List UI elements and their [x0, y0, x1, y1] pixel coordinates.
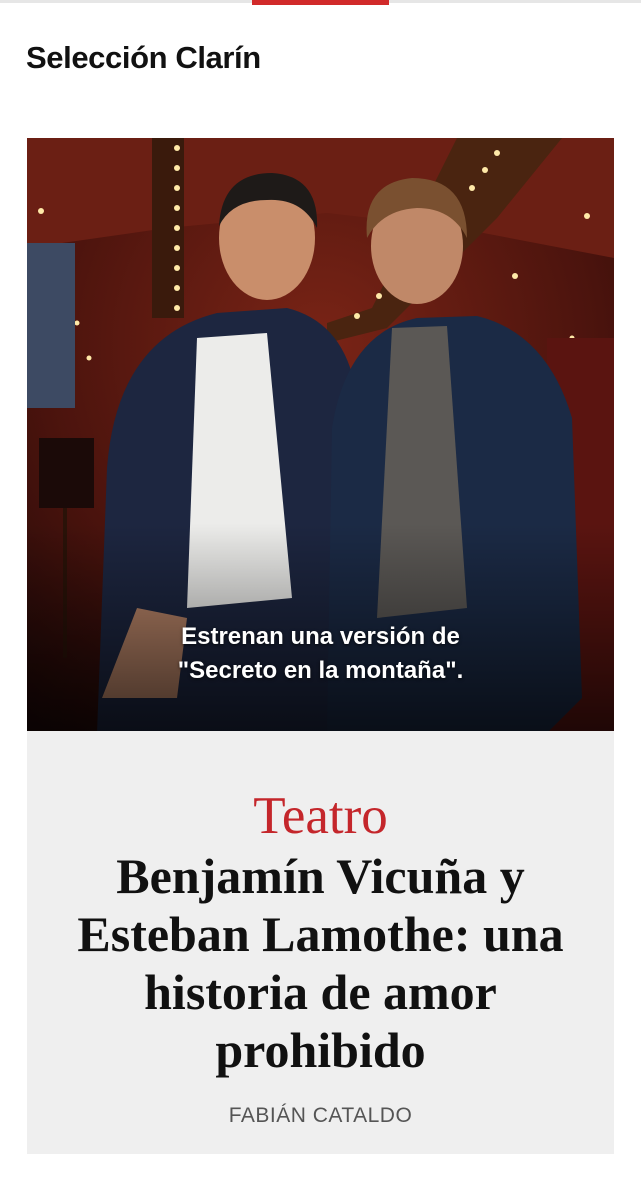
article-headline[interactable]: Benjamín Vicuña y Esteban Lamothe: una h… [27, 847, 614, 1079]
article-photo[interactable]: Estrenan una versión de "Secreto en la m… [27, 138, 614, 731]
headline-line: Esteban Lamothe: una [77, 906, 564, 962]
section-title: Selección Clarín [26, 40, 261, 75]
active-indicator [252, 0, 389, 5]
caption-line: "Secreto en la montaña". [177, 657, 464, 684]
photo-caption: Estrenan una versión de "Secreto en la m… [27, 620, 614, 688]
headline-line: historia de amor [144, 964, 497, 1020]
article-kicker[interactable]: Teatro [27, 786, 614, 846]
headline-line: Benjamín Vicuña y [116, 848, 525, 904]
caption-line: Estrenan una versión de [181, 623, 460, 650]
article-author[interactable]: FABIÁN CATALDO [27, 1104, 614, 1128]
headline-line: prohibido [215, 1022, 426, 1078]
article-card[interactable]: Estrenan una versión de "Secreto en la m… [27, 138, 614, 1154]
